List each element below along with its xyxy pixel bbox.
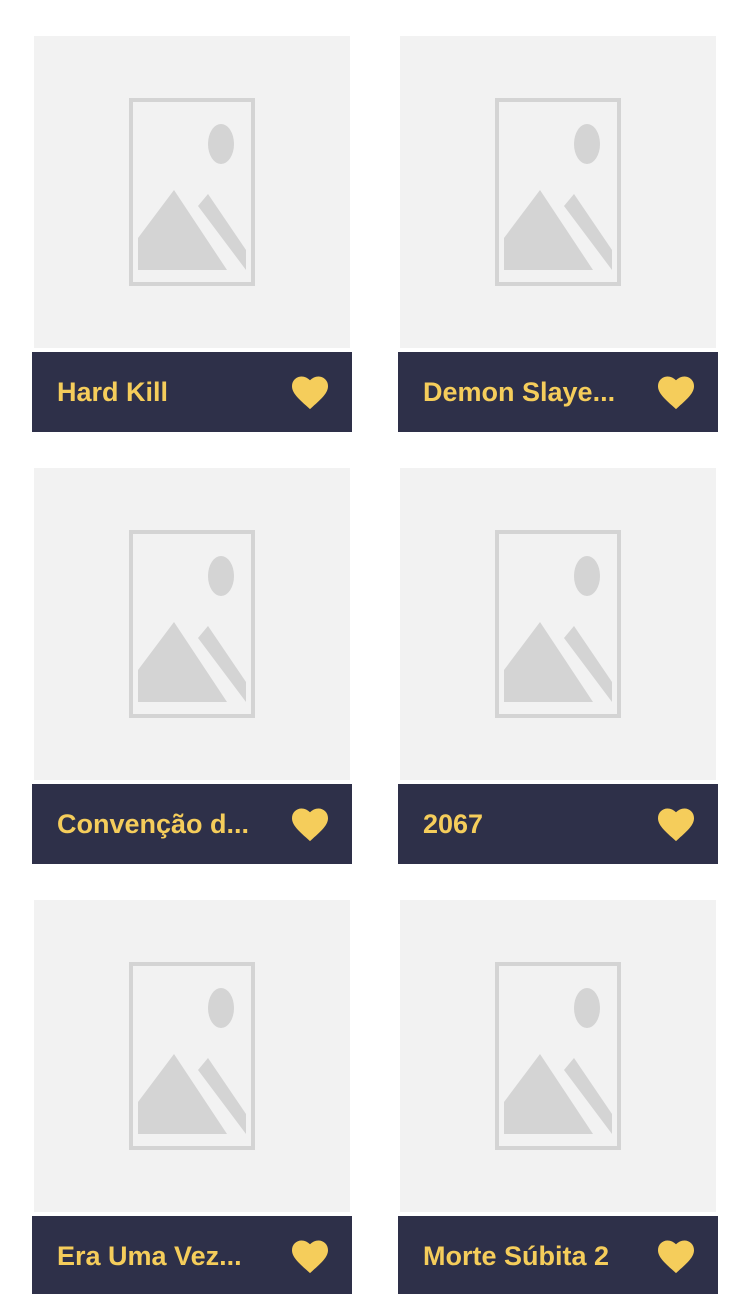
- movie-poster[interactable]: [34, 468, 350, 780]
- movie-card[interactable]: Convenção d...: [32, 468, 352, 864]
- heart-icon[interactable]: [290, 374, 330, 410]
- heart-icon[interactable]: [656, 1238, 696, 1274]
- movie-card[interactable]: Hard Kill: [32, 36, 352, 432]
- image-placeholder-icon: [129, 530, 255, 718]
- movie-card[interactable]: Era Uma Vez...: [32, 900, 352, 1294]
- movie-poster[interactable]: [400, 36, 716, 348]
- movie-title[interactable]: Hard Kill: [57, 352, 277, 432]
- movie-title[interactable]: Demon Slaye...: [423, 352, 643, 432]
- movie-title[interactable]: 2067: [423, 784, 643, 864]
- heart-icon[interactable]: [290, 1238, 330, 1274]
- movie-title-bar: Demon Slaye...: [398, 352, 718, 432]
- movie-grid: Hard Kill Demon Slaye... Convenção d... …: [0, 0, 750, 1294]
- movie-card[interactable]: Morte Súbita 2: [398, 900, 718, 1294]
- image-placeholder-icon: [495, 962, 621, 1150]
- image-placeholder-icon: [495, 530, 621, 718]
- heart-icon[interactable]: [656, 374, 696, 410]
- movie-title[interactable]: Convenção d...: [57, 784, 277, 864]
- image-placeholder-icon: [495, 98, 621, 286]
- image-placeholder-icon: [129, 962, 255, 1150]
- movie-title[interactable]: Era Uma Vez...: [57, 1216, 277, 1294]
- movie-title-bar: Hard Kill: [32, 352, 352, 432]
- image-placeholder-icon: [129, 98, 255, 286]
- movie-title-bar: Morte Súbita 2: [398, 1216, 718, 1294]
- movie-title-bar: 2067: [398, 784, 718, 864]
- movie-card[interactable]: Demon Slaye...: [398, 36, 718, 432]
- movie-poster[interactable]: [34, 36, 350, 348]
- movie-title[interactable]: Morte Súbita 2: [423, 1216, 643, 1294]
- movie-title-bar: Convenção d...: [32, 784, 352, 864]
- heart-icon[interactable]: [656, 806, 696, 842]
- movie-poster[interactable]: [400, 468, 716, 780]
- movie-poster[interactable]: [34, 900, 350, 1212]
- movie-poster[interactable]: [400, 900, 716, 1212]
- heart-icon[interactable]: [290, 806, 330, 842]
- movie-title-bar: Era Uma Vez...: [32, 1216, 352, 1294]
- movie-card[interactable]: 2067: [398, 468, 718, 864]
